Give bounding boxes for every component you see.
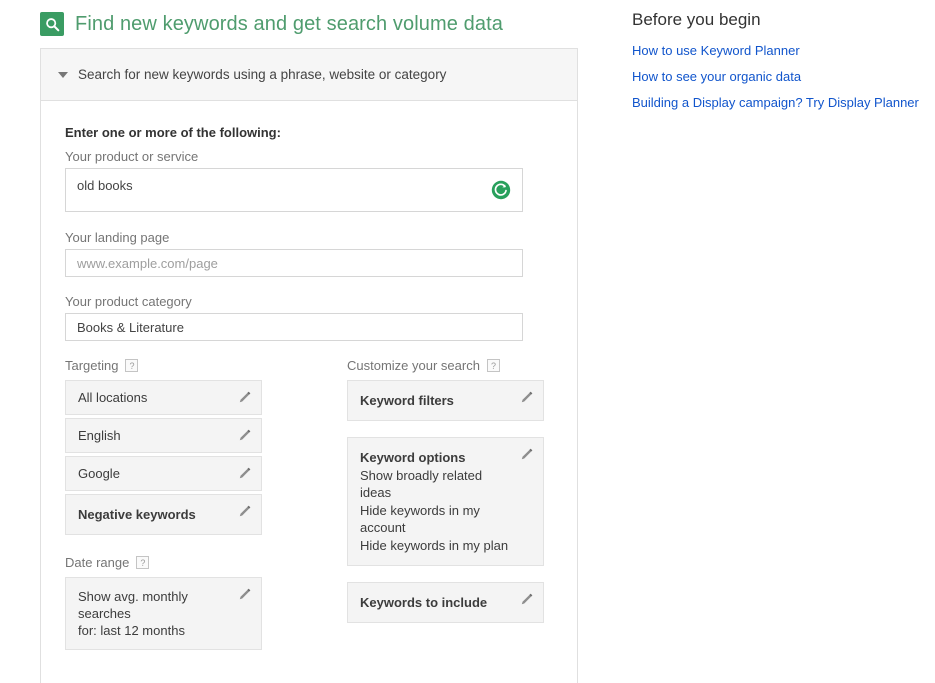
targeting-label: Targeting (65, 358, 118, 373)
spacer (347, 569, 562, 582)
panel-body: Enter one or more of the following: Your… (41, 101, 577, 683)
landing-page-label: Your landing page (65, 230, 553, 245)
product-service-value: old books (77, 178, 133, 193)
pencil-icon[interactable] (519, 390, 534, 405)
form-intro-label: Enter one or more of the following: (65, 125, 553, 140)
customize-help-icon[interactable]: ? (487, 359, 500, 372)
targeting-row-language[interactable]: English (65, 418, 262, 453)
keyword-filters-label: Keyword filters (360, 393, 454, 408)
pencil-icon[interactable] (237, 466, 252, 481)
pencil-icon[interactable] (237, 504, 252, 519)
product-service-label: Your product or service (65, 149, 553, 164)
product-category-label: Your product category (65, 294, 553, 309)
page-title: Find new keywords and get search volume … (40, 12, 503, 36)
targeting-row-network[interactable]: Google (65, 456, 262, 491)
panel-header-label: Search for new keywords using a phrase, … (78, 67, 446, 82)
options-columns: Targeting ? All locations En (65, 358, 553, 653)
search-icon (40, 12, 64, 36)
product-category-value: Books & Literature (77, 320, 184, 335)
spacer (65, 538, 305, 555)
date-range-heading: Date range ? (65, 555, 305, 570)
customize-label: Customize your search (347, 358, 480, 373)
pencil-icon[interactable] (519, 447, 534, 462)
product-service-input[interactable]: old books (65, 168, 523, 212)
keyword-options-title: Keyword options (360, 450, 465, 465)
targeting-row-network-label: Google (78, 466, 120, 481)
customize-heading: Customize your search ? (347, 358, 562, 373)
targeting-row-negative-keywords[interactable]: Negative keywords (65, 494, 262, 535)
keyword-options-row[interactable]: Keyword options Show broadly related ide… (347, 437, 544, 566)
keyword-options-item-hide-plan: Hide keywords in my plan (360, 537, 509, 554)
pencil-icon[interactable] (519, 592, 534, 607)
keyword-options-item-hide-account: Hide keywords in my account (360, 502, 509, 536)
targeting-row-locations[interactable]: All locations (65, 380, 262, 415)
landing-page-input[interactable]: www.example.com/page (65, 249, 523, 277)
pencil-icon[interactable] (237, 390, 252, 405)
pencil-icon[interactable] (237, 428, 252, 443)
refresh-icon[interactable] (491, 180, 511, 200)
date-range-row[interactable]: Show avg. monthly searches for: last 12 … (65, 577, 262, 650)
chevron-down-icon (58, 72, 68, 78)
sidebar-link-display-planner[interactable]: Building a Display campaign? Try Display… (632, 95, 922, 110)
date-range-line2: for: last 12 months (78, 622, 227, 639)
page-title-text: Find new keywords and get search volume … (75, 13, 503, 36)
sidebar-title: Before you begin (632, 10, 922, 30)
product-category-input[interactable]: Books & Literature (65, 313, 523, 341)
keyword-options-item-broad: Show broadly related ideas (360, 467, 509, 501)
spacer (347, 424, 562, 437)
targeting-row-language-label: English (78, 428, 121, 443)
date-range-line1: Show avg. monthly searches (78, 588, 227, 622)
sidebar-link-organic-data[interactable]: How to see your organic data (632, 69, 922, 84)
targeting-row-negative-keywords-label: Negative keywords (78, 507, 196, 522)
targeting-help-icon[interactable]: ? (125, 359, 138, 372)
page-root: Find new keywords and get search volume … (0, 0, 935, 603)
date-range-label: Date range (65, 555, 129, 570)
before-you-begin-panel: Before you begin How to use Keyword Plan… (632, 10, 922, 121)
panel-collapse-header[interactable]: Search for new keywords using a phrase, … (41, 48, 577, 101)
customize-column: Customize your search ? Keyword filters (347, 358, 562, 653)
pencil-icon[interactable] (237, 587, 252, 602)
targeting-column: Targeting ? All locations En (65, 358, 305, 653)
sidebar-link-how-to-use[interactable]: How to use Keyword Planner (632, 43, 922, 58)
targeting-heading: Targeting ? (65, 358, 305, 373)
keyword-search-panel: Search for new keywords using a phrase, … (40, 48, 578, 683)
landing-page-placeholder: www.example.com/page (77, 256, 218, 271)
targeting-row-locations-label: All locations (78, 390, 147, 405)
keyword-filters-row[interactable]: Keyword filters (347, 380, 544, 421)
date-range-help-icon[interactable]: ? (136, 556, 149, 569)
